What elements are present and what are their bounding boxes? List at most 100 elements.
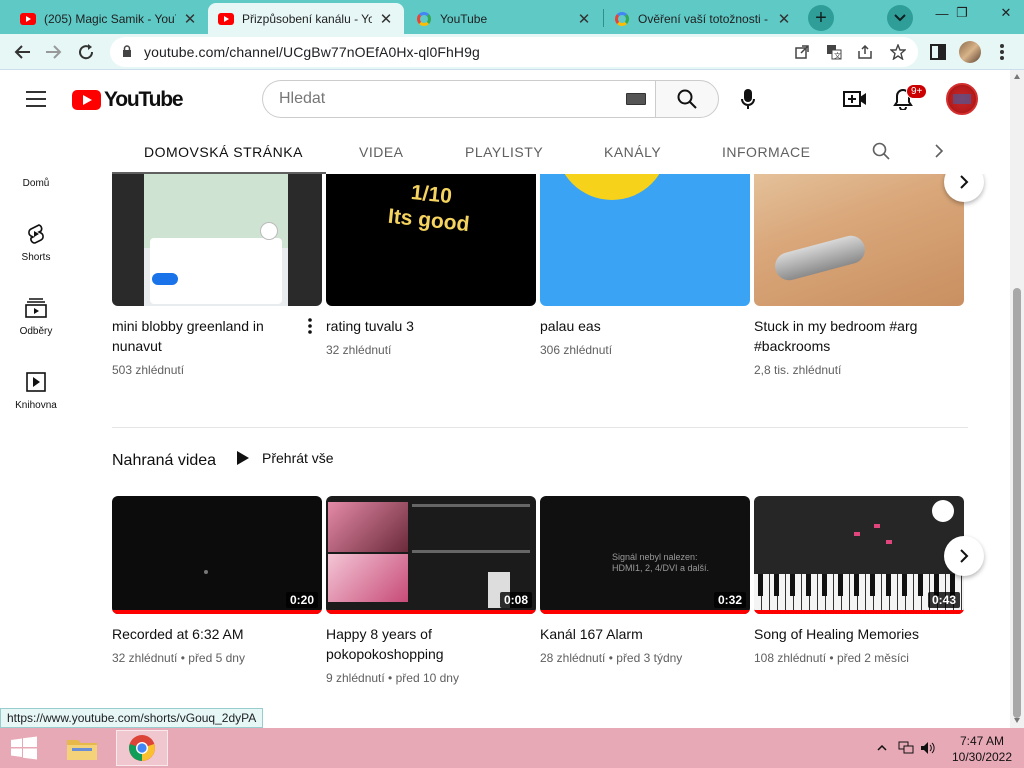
restore-button[interactable]: ❐: [944, 0, 980, 26]
network-icon[interactable]: [898, 740, 914, 756]
lock-icon[interactable]: [122, 44, 136, 60]
sidebar-item-shorts[interactable]: Shorts: [0, 202, 72, 276]
video-card[interactable]: Signál nebyl nalezen: HDMI1, 2, 4/DVI a …: [540, 496, 750, 668]
video-title[interactable]: rating tuvalu 3: [326, 316, 516, 336]
video-title[interactable]: Recorded at 6:32 AM: [112, 624, 302, 644]
start-button[interactable]: [10, 736, 38, 760]
video-card[interactable]: 0:20 Recorded at 6:32 AM 32 zhlédnutí • …: [112, 496, 322, 668]
chevron-right-icon[interactable]: [934, 143, 944, 164]
video-title[interactable]: Song of Healing Memories: [754, 624, 944, 644]
tab-title: Přizpůsobení kanálu - You: [242, 11, 372, 26]
page-scrollbar[interactable]: [1010, 70, 1024, 728]
section-title[interactable]: Nahraná videa: [112, 452, 216, 470]
video-views: 32 zhlédnutí: [112, 651, 178, 665]
translate-icon[interactable]: 文: [824, 43, 844, 61]
voice-search-button[interactable]: [729, 80, 767, 118]
video-title[interactable]: Kanál 167 Alarm: [540, 624, 730, 644]
browser-tab-4[interactable]: Ověření vaší totožnosti - ✕: [604, 3, 802, 34]
sidebar-item-library[interactable]: Knihovna: [0, 350, 72, 424]
youtube-header: YouTube 9+: [0, 70, 1010, 128]
tab-search-button[interactable]: [887, 5, 913, 31]
tab-playlists[interactable]: PLAYLISTY: [465, 144, 543, 160]
browser-menu-icon[interactable]: [990, 41, 1014, 63]
close-tab-icon[interactable]: ✕: [182, 10, 198, 28]
short-card[interactable]: mini blobby greenland in nunavut 503 zhl…: [112, 174, 322, 380]
watch-progress-bar: [754, 610, 964, 614]
video-duration: 0:08: [499, 592, 532, 608]
video-thumbnail[interactable]: 0:43: [754, 496, 964, 614]
close-tab-icon[interactable]: ✕: [776, 10, 792, 28]
browser-tab-1[interactable]: (205) Magic Samik - YouT ✕: [10, 3, 208, 34]
back-icon[interactable]: [10, 41, 34, 63]
watch-progress-bar: [326, 610, 536, 614]
play-all-button[interactable]: Přehrát vše: [236, 450, 334, 466]
volume-icon[interactable]: [920, 740, 936, 756]
video-views: 306 zhlédnutí: [540, 343, 613, 357]
close-window-button[interactable]: ✕: [988, 0, 1024, 26]
open-in-app-icon[interactable]: [792, 43, 812, 61]
video-title[interactable]: mini blobby greenland in nunavut: [112, 316, 302, 356]
browser-tab-2[interactable]: Přizpůsobení kanálu - You ✕: [208, 3, 404, 34]
tab-channels[interactable]: KANÁLY: [604, 144, 661, 160]
scroll-down-arrow[interactable]: [1014, 718, 1020, 723]
sidebar-item-subscriptions[interactable]: Odběry: [0, 276, 72, 350]
short-card[interactable]: palau eas 306 zhlédnutí: [540, 174, 750, 360]
chevron-right-icon: [960, 175, 969, 189]
video-title[interactable]: Stuck in my bedroom #arg #backrooms: [754, 316, 944, 356]
show-hidden-icons[interactable]: [874, 740, 890, 756]
video-thumbnail[interactable]: Signál nebyl nalezen: HDMI1, 2, 4/DVI a …: [540, 496, 750, 614]
scrollbar-thumb[interactable]: [1013, 288, 1021, 718]
chevron-right-icon: [960, 549, 969, 563]
video-thumbnail[interactable]: 1/10 Its good: [326, 174, 536, 306]
share-icon[interactable]: [856, 43, 876, 61]
account-avatar[interactable]: [946, 83, 978, 115]
video-duration: 0:32: [713, 592, 746, 608]
search-input[interactable]: [279, 90, 599, 108]
video-thumbnail[interactable]: 0:08: [326, 496, 536, 614]
microphone-icon: [741, 89, 755, 109]
video-title[interactable]: Happy 8 years of pokopokoshopping: [326, 624, 516, 664]
profile-avatar-icon[interactable]: [958, 41, 982, 63]
logo-text: YouTube: [104, 88, 184, 111]
tab-home[interactable]: DOMOVSKÁ STRÁNKA: [144, 144, 303, 160]
video-views: 2,8 tis. zhlédnutí: [754, 363, 842, 377]
video-thumbnail[interactable]: [540, 174, 750, 306]
short-card[interactable]: Stuck in my bedroom #arg #backrooms 2,8 …: [754, 174, 964, 380]
close-tab-icon[interactable]: ✕: [378, 10, 394, 28]
thumbnail-text: Signál nebyl nalezen: HDMI1, 2, 4/DVI a …: [612, 552, 710, 573]
video-age: před 3 týdny: [616, 651, 683, 665]
shelf-next-button[interactable]: [944, 536, 984, 576]
address-bar[interactable]: youtube.com/channel/UCgBw77nOEfA0Hx-ql0F…: [110, 37, 918, 67]
new-tab-button[interactable]: +: [808, 5, 834, 31]
scroll-up-arrow[interactable]: [1014, 74, 1020, 79]
chevron-down-icon: [894, 14, 906, 22]
reload-icon[interactable]: [74, 41, 98, 63]
video-thumbnail[interactable]: [112, 174, 322, 306]
menu-icon[interactable]: [26, 91, 46, 107]
close-tab-icon[interactable]: ✕: [576, 10, 592, 28]
link-status-bar: https://www.youtube.com/shorts/vGouq_2dy…: [0, 708, 264, 728]
chrome-taskbar-button[interactable]: [116, 730, 168, 766]
tab-title: Ověření vaší totožnosti -: [638, 11, 769, 26]
youtube-logo[interactable]: YouTube: [72, 88, 184, 112]
tab-videos[interactable]: VIDEA: [359, 144, 404, 160]
keyboard-icon[interactable]: [626, 93, 646, 105]
video-thumbnail[interactable]: [754, 174, 964, 306]
bookmark-star-icon[interactable]: [888, 43, 908, 61]
browser-tab-3[interactable]: YouTube ✕: [406, 3, 602, 34]
video-views: 108 zhlédnutí: [754, 651, 827, 665]
video-card[interactable]: 0:08 Happy 8 years of pokopokoshopping 9…: [326, 496, 536, 688]
more-options-icon[interactable]: [308, 318, 312, 339]
tab-about[interactable]: INFORMACE: [722, 144, 811, 160]
search-button[interactable]: [655, 80, 719, 118]
file-explorer-button[interactable]: [56, 730, 108, 766]
video-title[interactable]: palau eas: [540, 316, 730, 336]
video-card[interactable]: 0:43 Song of Healing Memories 108 zhlédn…: [754, 496, 964, 668]
short-card[interactable]: 1/10 Its good rating tuvalu 3 32 zhlédnu…: [326, 174, 536, 360]
channel-search-icon[interactable]: [872, 142, 890, 165]
video-thumbnail[interactable]: 0:20: [112, 496, 322, 614]
forward-icon[interactable]: [42, 41, 66, 63]
sidebar-panel-icon[interactable]: [926, 41, 950, 63]
taskbar-clock[interactable]: 7:47 AM 10/30/2022: [946, 733, 1018, 765]
create-video-button[interactable]: [840, 84, 870, 114]
